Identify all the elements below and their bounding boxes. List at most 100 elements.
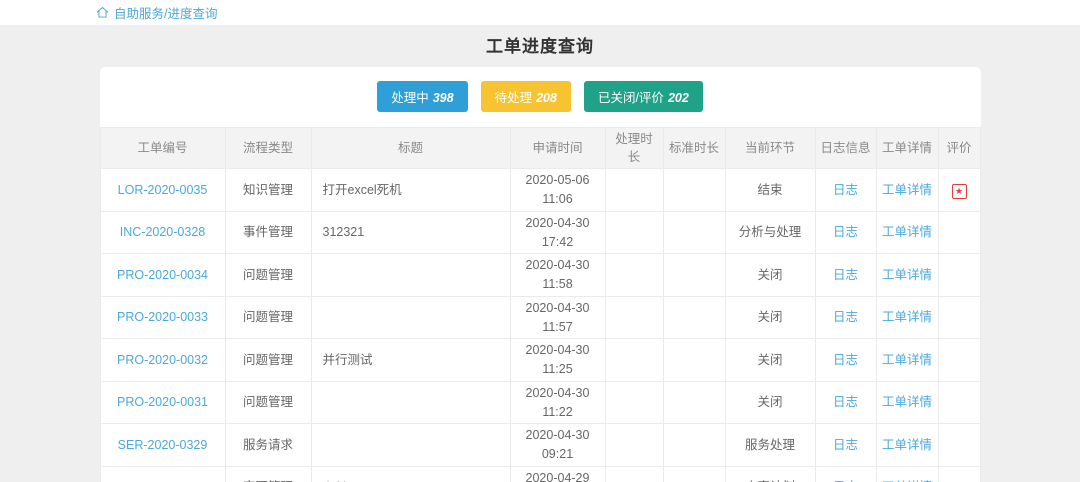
std-duration-cell	[663, 466, 725, 482]
col-header-std-duration: 标准时长	[663, 128, 725, 169]
std-duration-cell	[663, 339, 725, 382]
title-cell: 312321	[311, 211, 510, 254]
filter-pending-button[interactable]: 待处理208	[481, 81, 571, 112]
order-no-link[interactable]: PRO-2020-0033	[117, 310, 208, 324]
title-cell: dsfdsa	[311, 466, 510, 482]
table-row: PRO-2020-0031 问题管理 2020-04-3011:22 关闭 日志…	[100, 381, 980, 424]
std-duration-cell	[663, 296, 725, 339]
col-header-duration: 处理时长	[605, 128, 663, 169]
table-row: PRO-2020-0033 问题管理 2020-04-3011:57 关闭 日志…	[100, 296, 980, 339]
breadcrumb-label: 自助服务/进度查询	[114, 3, 217, 22]
filter-closed-button[interactable]: 已关闭/评价202	[584, 81, 703, 112]
col-header-apply-time: 申请时间	[510, 128, 605, 169]
duration-cell	[605, 254, 663, 297]
apply-time-cell: 2020-04-3009:21	[510, 424, 605, 467]
log-link[interactable]: 日志	[833, 183, 858, 197]
apply-date: 2020-04-30	[515, 256, 601, 275]
order-no-link[interactable]: LOR-2020-0035	[118, 183, 208, 197]
apply-time-cell: 2020-04-3017:42	[510, 211, 605, 254]
apply-time: 11:57	[515, 318, 601, 337]
std-duration-cell	[663, 254, 725, 297]
type-cell: 问题管理	[225, 254, 311, 297]
detail-link[interactable]: 工单详情	[882, 310, 932, 324]
rating-star-icon[interactable]: ★	[952, 184, 967, 199]
rating-cell	[938, 381, 980, 424]
table-row: SER-2020-0329 服务请求 2020-04-3009:21 服务处理 …	[100, 424, 980, 467]
title-cell	[311, 254, 510, 297]
apply-time-cell: 2020-04-2917:55	[510, 466, 605, 482]
col-header-title: 标题	[311, 128, 510, 169]
apply-time-cell: 2020-04-3011:25	[510, 339, 605, 382]
breadcrumb[interactable]: 自助服务/进度查询	[96, 3, 217, 22]
log-link[interactable]: 日志	[833, 353, 858, 367]
order-no-link[interactable]: PRO-2020-0034	[117, 268, 208, 282]
filter-processing-label: 处理中	[391, 91, 429, 105]
col-header-rating: 评价	[938, 128, 980, 169]
apply-time: 11:25	[515, 360, 601, 379]
log-link[interactable]: 日志	[833, 310, 858, 324]
detail-link[interactable]: 工单详情	[882, 353, 932, 367]
rating-cell	[938, 254, 980, 297]
log-link[interactable]: 日志	[833, 225, 858, 239]
apply-time: 11:06	[515, 190, 601, 209]
filter-pending-label: 待处理	[495, 91, 533, 105]
title-cell: 打开excel死机	[311, 169, 510, 212]
rating-cell	[938, 211, 980, 254]
order-no-link[interactable]: INC-2020-0328	[120, 225, 205, 239]
apply-date: 2020-04-30	[515, 299, 601, 318]
stage-cell: 分析与处理	[725, 211, 815, 254]
order-no-link[interactable]: PRO-2020-0031	[117, 395, 208, 409]
title-cell	[311, 424, 510, 467]
type-cell: 问题管理	[225, 296, 311, 339]
std-duration-cell	[663, 169, 725, 212]
apply-time-cell: 2020-04-3011:58	[510, 254, 605, 297]
apply-time-cell: 2020-05-0611:06	[510, 169, 605, 212]
order-no-link[interactable]: SER-2020-0329	[118, 438, 208, 452]
apply-time: 11:22	[515, 403, 601, 422]
detail-link[interactable]: 工单详情	[882, 183, 932, 197]
title-cell	[311, 296, 510, 339]
detail-link[interactable]: 工单详情	[882, 268, 932, 282]
apply-date: 2020-04-30	[515, 341, 601, 360]
page-title: 工单进度查询	[0, 25, 1080, 67]
filter-processing-button[interactable]: 处理中398	[377, 81, 467, 112]
detail-link[interactable]: 工单详情	[882, 395, 932, 409]
type-cell: 问题管理	[225, 381, 311, 424]
log-link[interactable]: 日志	[833, 268, 858, 282]
rating-cell	[938, 466, 980, 482]
table-header-row: 工单编号 流程类型 标题 申请时间 处理时长 标准时长 当前环节 日志信息 工单…	[100, 128, 980, 169]
title-cell: 并行测试	[311, 339, 510, 382]
duration-cell	[605, 211, 663, 254]
stage-cell: 关闭	[725, 339, 815, 382]
rating-cell	[938, 424, 980, 467]
apply-date: 2020-04-30	[515, 426, 601, 445]
col-header-type: 流程类型	[225, 128, 311, 169]
stage-cell: 关闭	[725, 296, 815, 339]
col-header-order-no: 工单编号	[100, 128, 225, 169]
apply-date: 2020-05-06	[515, 171, 601, 190]
std-duration-cell	[663, 424, 725, 467]
apply-time: 09:21	[515, 445, 601, 464]
detail-link[interactable]: 工单详情	[882, 225, 932, 239]
type-cell: 变更管理	[225, 466, 311, 482]
table-row: INC-2020-0328 事件管理 312321 2020-04-3017:4…	[100, 211, 980, 254]
rating-cell	[938, 339, 980, 382]
duration-cell	[605, 169, 663, 212]
log-link[interactable]: 日志	[833, 438, 858, 452]
rating-cell	[938, 296, 980, 339]
filter-closed-count: 202	[668, 91, 689, 105]
apply-date: 2020-04-30	[515, 384, 601, 403]
col-header-detail: 工单详情	[876, 128, 938, 169]
order-no-link[interactable]: PRO-2020-0032	[117, 353, 208, 367]
log-link[interactable]: 日志	[833, 395, 858, 409]
col-header-stage: 当前环节	[725, 128, 815, 169]
duration-cell	[605, 424, 663, 467]
content-card: 处理中398 待处理208 已关闭/评价202 工单编号 流程类型 标题 申请时…	[100, 67, 981, 482]
status-filter-row: 处理中398 待处理208 已关闭/评价202	[100, 67, 981, 127]
top-bar: 自助服务/进度查询	[0, 0, 1080, 25]
table-row: PRO-2020-0032 问题管理 并行测试 2020-04-3011:25 …	[100, 339, 980, 382]
std-duration-cell	[663, 381, 725, 424]
detail-link[interactable]: 工单详情	[882, 438, 932, 452]
home-icon	[96, 6, 109, 19]
apply-date: 2020-04-30	[515, 214, 601, 233]
